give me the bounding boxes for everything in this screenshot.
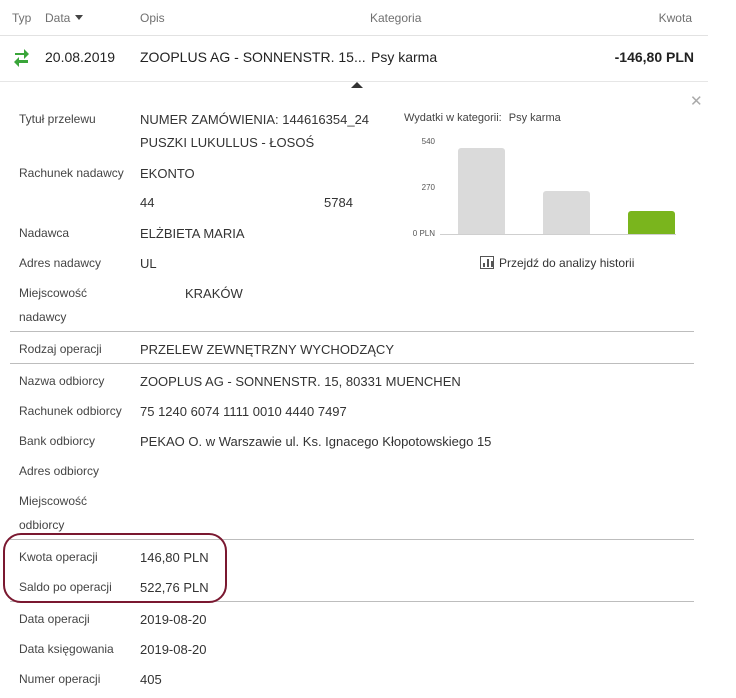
transaction-description: ZOOPLUS AG - SONNENSTR. 15... [140, 49, 366, 65]
recipient-name-value: ZOOPLUS AG - SONNENSTR. 15, 80331 MUENCH… [140, 374, 461, 389]
operation-date-label: Data operacji [19, 612, 90, 626]
recipient-bank-value: PEKAO O. w Warszawie ul. Ks. Ignacego Kł… [140, 434, 492, 449]
transfer-arrows-icon [13, 47, 30, 71]
sender-label: Nadawca [19, 226, 70, 240]
divider [10, 331, 694, 332]
chart-title-prefix: Wydatki w kategorii: [404, 112, 502, 124]
history-analysis-label: Przejdź do analizy historii [499, 256, 635, 270]
chart-bar[interactable] [458, 147, 505, 234]
operation-number-value: 405 [140, 672, 162, 687]
y-tick-label: 0 PLN [412, 229, 435, 238]
transaction-date: 20.08.2019 [45, 49, 116, 65]
highlight-annotation [3, 533, 227, 603]
close-icon[interactable]: ✕ [690, 92, 703, 110]
title-value-line1: NUMER ZAMÓWIENIA: 144616354_24 [140, 112, 370, 127]
recipient-account-value: 75 1240 6074 1111 0010 4440 7497 [140, 404, 347, 419]
operation-kind-value: PRZELEW ZEWNĘTRZNY WYCHODZĄCY [140, 342, 394, 357]
booking-date-label: Data księgowania [19, 642, 114, 656]
sender-city-label-2: nadawcy [19, 310, 67, 324]
col-date-label: Data [45, 11, 71, 25]
sender-city-value: KRAKÓW [185, 286, 243, 301]
col-desc-header: Opis [140, 11, 165, 25]
recipient-address-label: Adres odbiorcy [19, 464, 100, 478]
col-amount-header: Kwota [658, 11, 692, 25]
transaction-category[interactable]: Psy karma [371, 49, 437, 65]
divider [10, 363, 694, 364]
title-value-line2: PUSZKI LUKULLUS - ŁOSOŚ [140, 135, 315, 150]
col-type-header: Typ [12, 11, 32, 25]
sort-desc-icon [75, 15, 84, 20]
booking-date-value: 2019-08-20 [140, 642, 207, 657]
recipient-name-label: Nazwa odbiorcy [19, 374, 105, 388]
recipient-bank-label: Bank odbiorcy [19, 434, 96, 448]
y-tick-label: 270 [421, 183, 435, 192]
recipient-account-label: Rachunek odbiorcy [19, 404, 122, 418]
chart-bar[interactable] [628, 211, 675, 234]
sender-account-start: 44 [140, 195, 155, 210]
table-header: Typ Data Opis Kategoria Kwota [0, 0, 708, 36]
history-analysis-link[interactable]: Przejdź do analizy historii [480, 256, 634, 270]
sender-address-label: Adres nadawcy [19, 256, 102, 270]
chart-bar[interactable] [543, 190, 590, 234]
title-label: Tytuł przelewu [19, 112, 96, 126]
sender-city-label-1: Miejscowość [19, 286, 88, 300]
col-category-header: Kategoria [370, 11, 422, 25]
recipient-city-label-1: Miejscowość [19, 494, 88, 508]
sender-value: ELŻBIETA MARIA [140, 226, 245, 241]
col-date-header[interactable]: Data [45, 11, 84, 25]
transaction-amount-value: -146,80 PLN [614, 49, 694, 65]
sender-account-name: EKONTO [140, 166, 195, 181]
sender-account-label: Rachunek nadawcy [19, 166, 124, 180]
y-tick-label: 540 [421, 137, 435, 146]
operation-date-value: 2019-08-20 [140, 612, 207, 627]
transaction-amount: -146,80 PLN [615, 49, 694, 65]
bar-chart-icon [480, 256, 494, 269]
chart-baseline [440, 234, 676, 235]
chart-title: Wydatki w kategorii: Psy karma [404, 112, 561, 124]
operation-number-label: Numer operacji [19, 672, 101, 686]
sender-address-value: UL [140, 256, 157, 271]
chart-title-category: Psy karma [508, 112, 561, 124]
sender-account-end: 5784 [324, 195, 353, 210]
operation-kind-label: Rodzaj operacji [19, 342, 102, 356]
transaction-row[interactable]: 20.08.2019 ZOOPLUS AG - SONNENSTR. 15...… [0, 36, 708, 82]
